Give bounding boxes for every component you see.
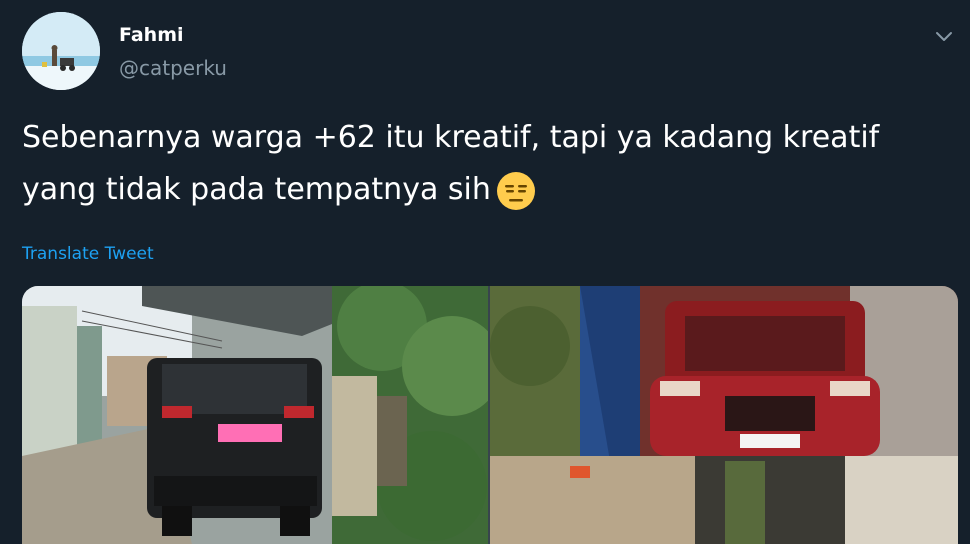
translate-tweet-link[interactable]: Translate Tweet (22, 244, 154, 264)
media-grid (22, 286, 958, 544)
tweet-text: Sebenarnya warga +62 itu kreatif, tapi y… (22, 112, 962, 216)
chevron-down-icon[interactable] (930, 22, 958, 50)
photo-suv-carport[interactable] (22, 286, 502, 544)
display-name[interactable]: Fahmi (119, 24, 184, 46)
avatar-beach-icon (22, 12, 100, 90)
avatar[interactable] (22, 12, 100, 90)
photo-red-car-driveway[interactable] (490, 286, 958, 544)
tweet-text-line-1: Sebenarnya warga +62 itu kreatif, tapi y… (22, 120, 880, 155)
tweet-text-line-2: yang tidak pada tempatnya sih (22, 164, 962, 216)
expressionless-face-icon (495, 170, 537, 212)
tweet-text-line-2-text: yang tidak pada tempatnya sih (22, 172, 491, 207)
user-handle[interactable]: @catperku (119, 56, 227, 80)
